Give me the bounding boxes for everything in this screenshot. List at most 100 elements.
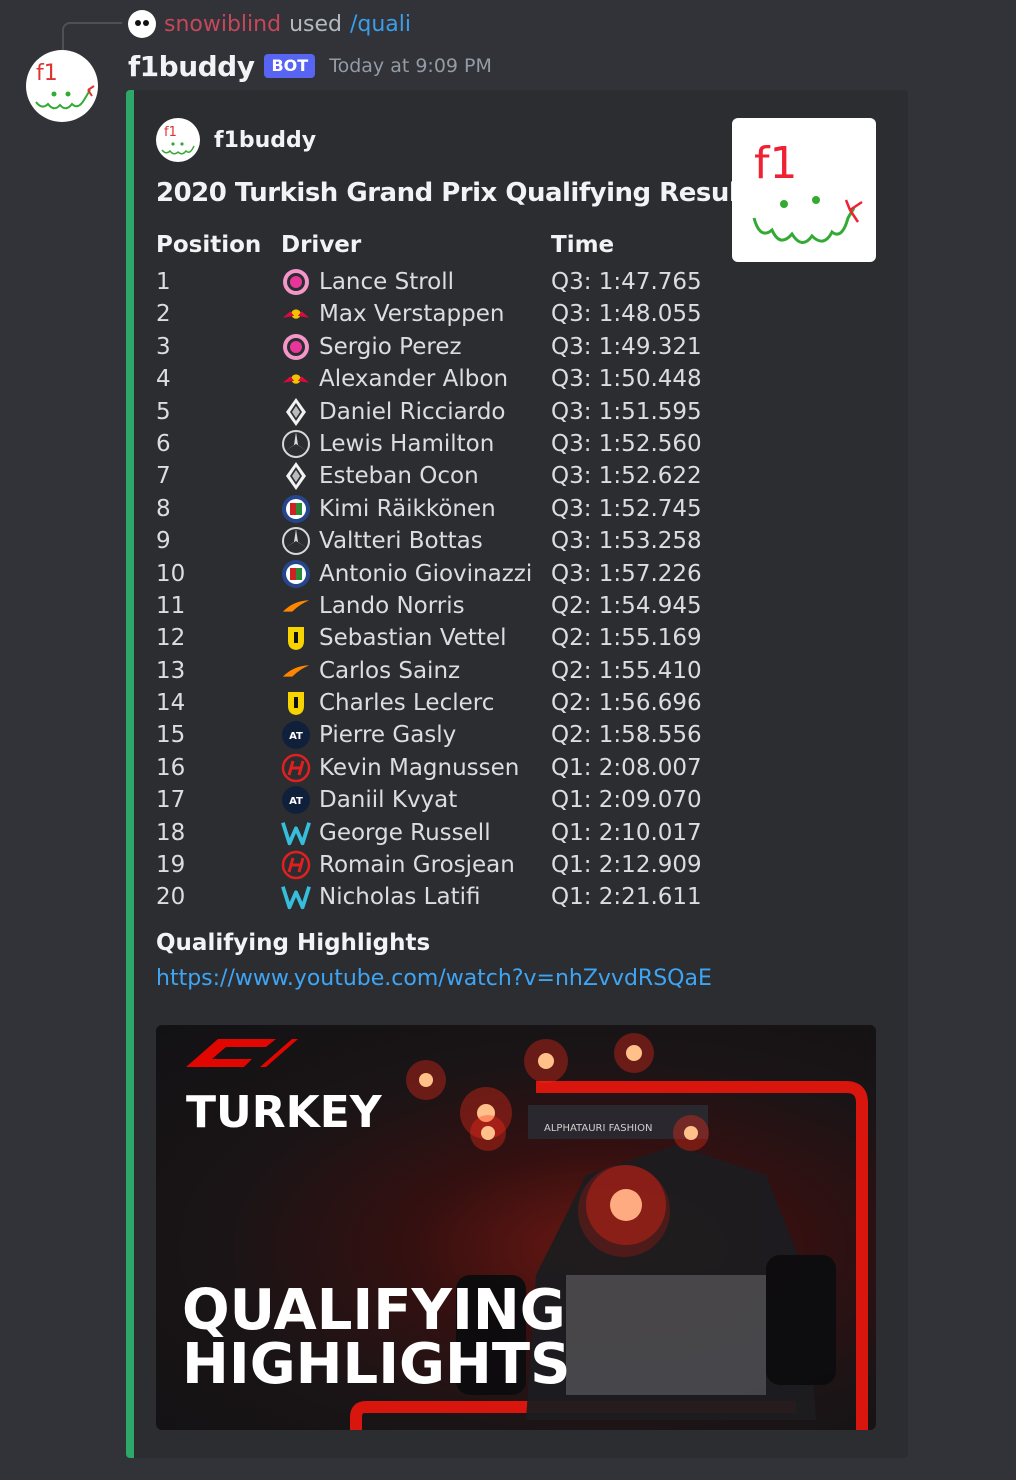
image-text-turkey: TURKEY — [186, 1087, 382, 1138]
table-row: 8 Kimi Räikkönen Q3: 1:52.745 — [134, 493, 714, 525]
embed-title: 2020 Turkish Grand Prix Qualifying Resul… — [156, 178, 765, 208]
mclaren-icon[interactable] — [281, 592, 311, 620]
time-cell: Q1: 2:12.909 — [551, 852, 702, 879]
renault-icon[interactable] — [281, 462, 311, 491]
driver-cell: Sebastian Vettel — [319, 625, 507, 652]
reply-connector — [62, 22, 122, 50]
position-cell: 18 — [156, 819, 186, 846]
time-cell: Q3: 1:57.226 — [551, 560, 702, 587]
williams-icon[interactable] — [281, 819, 311, 847]
table-row: 16 Kevin Magnussen Q1: 2:08.007 — [134, 752, 714, 784]
mercedes-icon[interactable] — [281, 527, 311, 556]
driver-cell: Kimi Räikkönen — [319, 495, 496, 522]
bot-avatar[interactable]: f1 — [26, 50, 98, 122]
time-cell: Q3: 1:53.258 — [551, 528, 702, 555]
time-cell: Q2: 1:55.410 — [551, 657, 702, 684]
red-bull-icon[interactable] — [281, 365, 311, 393]
alphatauri-icon[interactable]: AT — [281, 786, 311, 815]
driver-cell: Charles Leclerc — [319, 690, 495, 717]
time-cell: Q2: 1:54.945 — [551, 592, 702, 619]
f1-logo-icon — [186, 1039, 298, 1067]
ferrari-icon[interactable] — [281, 689, 311, 717]
alfa-romeo-icon[interactable] — [281, 559, 311, 588]
time-cell: Q2: 1:58.556 — [551, 722, 702, 749]
reply-command[interactable]: /quali — [350, 12, 411, 37]
table-row: 17 AT Daniil Kvyat Q1: 2:09.070 — [134, 784, 714, 816]
image-text-qualifying: QUALIFYING — [182, 1278, 566, 1343]
driver-cell: Daniil Kvyat — [319, 787, 458, 814]
position-cell: 11 — [156, 592, 186, 619]
racing-point-icon[interactable] — [281, 333, 311, 361]
embed-author-icon: f1 — [156, 118, 200, 162]
svg-text:f1: f1 — [164, 125, 177, 140]
table-row: 18 George Russell Q1: 2:10.017 — [134, 817, 714, 849]
time-cell: Q1: 2:10.017 — [551, 819, 702, 846]
driver-cell: Alexander Albon — [319, 366, 509, 393]
reply-context[interactable]: snowiblind used /quali — [128, 8, 411, 40]
table-row: 9 Valtteri Bottas Q3: 1:53.258 — [134, 525, 714, 557]
message-timestamp[interactable]: Today at 9:09 PM — [329, 55, 492, 77]
time-cell: Q3: 1:47.765 — [551, 269, 702, 295]
driver-cell: Sergio Perez — [319, 333, 462, 360]
embed-author-name[interactable]: f1buddy — [214, 128, 316, 153]
position-cell: 17 — [156, 787, 186, 814]
position-cell: 20 — [156, 884, 186, 911]
driver-cell: Nicholas Latifi — [319, 884, 481, 911]
reply-username[interactable]: snowiblind — [164, 12, 281, 37]
time-cell: Q1: 2:09.070 — [551, 787, 702, 814]
highlights-video-thumbnail[interactable]: ALPHATAURI FASHION TURKEY QUALIFYING HIG… — [156, 1025, 876, 1430]
highlights-link[interactable]: https://www.youtube.com/watch?v=nhZvvdRS… — [156, 966, 712, 991]
table-row: 1 Lance Stroll Q3: 1:47.765 — [134, 266, 714, 298]
image-text-highlights: HIGHLIGHTS — [182, 1332, 571, 1397]
haas-icon[interactable] — [281, 753, 311, 783]
ferrari-icon[interactable] — [281, 624, 311, 652]
time-cell: Q3: 1:48.055 — [551, 301, 702, 328]
position-cell: 8 — [156, 495, 171, 522]
alphatauri-icon[interactable]: AT — [281, 721, 311, 750]
reply-avatar[interactable] — [128, 10, 156, 38]
time-cell: Q3: 1:49.321 — [551, 333, 702, 360]
position-cell: 3 — [156, 333, 171, 360]
embed-thumbnail[interactable]: f1 — [732, 118, 876, 262]
time-cell: Q1: 2:21.611 — [551, 884, 702, 911]
racing-point-icon[interactable] — [281, 268, 311, 296]
table-row: 4 Alexander Albon Q3: 1:50.448 — [134, 363, 714, 395]
table-row: 2 Max Verstappen Q3: 1:48.055 — [134, 298, 714, 330]
bot-username[interactable]: f1buddy — [128, 50, 255, 83]
position-cell: 6 — [156, 430, 171, 457]
table-row: 10 Antonio Giovinazzi Q3: 1:57.226 — [134, 558, 714, 590]
mercedes-icon[interactable] — [281, 429, 311, 458]
time-cell: Q3: 1:52.560 — [551, 430, 702, 457]
column-time: Time — [551, 232, 615, 258]
driver-cell: George Russell — [319, 819, 491, 846]
position-cell: 4 — [156, 366, 171, 393]
driver-cell: Max Verstappen — [319, 301, 505, 328]
table-row: 5 Daniel Ricciardo Q3: 1:51.595 — [134, 396, 714, 428]
svg-text:AT: AT — [289, 796, 303, 807]
svg-text:ALPHATAURI FASHION: ALPHATAURI FASHION — [544, 1123, 652, 1134]
position-cell: 12 — [156, 625, 186, 652]
red-bull-icon[interactable] — [281, 300, 311, 328]
time-cell: Q1: 2:08.007 — [551, 754, 702, 781]
position-cell: 9 — [156, 528, 171, 555]
table-row: 14 Charles Leclerc Q2: 1:56.696 — [134, 687, 714, 719]
embed-author: f1 f1buddy — [156, 118, 316, 162]
position-cell: 7 — [156, 463, 171, 490]
driver-cell: Carlos Sainz — [319, 657, 461, 684]
embed: f1 f1buddy 2020 Turkish Grand Prix Quali… — [126, 90, 908, 1458]
message-header: f1buddy BOT Today at 9:09 PM — [128, 48, 492, 84]
alfa-romeo-icon[interactable] — [281, 494, 311, 523]
table-row: 3 Sergio Perez Q3: 1:49.321 — [134, 331, 714, 363]
haas-icon[interactable] — [281, 850, 311, 880]
position-cell: 15 — [156, 722, 186, 749]
table-row: 12 Sebastian Vettel Q2: 1:55.169 — [134, 622, 714, 654]
time-cell: Q3: 1:51.595 — [551, 398, 702, 425]
driver-cell: Romain Grosjean — [319, 852, 515, 879]
time-cell: Q3: 1:52.622 — [551, 463, 702, 490]
rain-light-glows — [406, 1033, 709, 1257]
mclaren-icon[interactable] — [281, 657, 311, 685]
driver-cell: Pierre Gasly — [319, 722, 457, 749]
williams-icon[interactable] — [281, 883, 311, 911]
renault-icon[interactable] — [281, 397, 311, 426]
position-cell: 1 — [156, 269, 171, 295]
